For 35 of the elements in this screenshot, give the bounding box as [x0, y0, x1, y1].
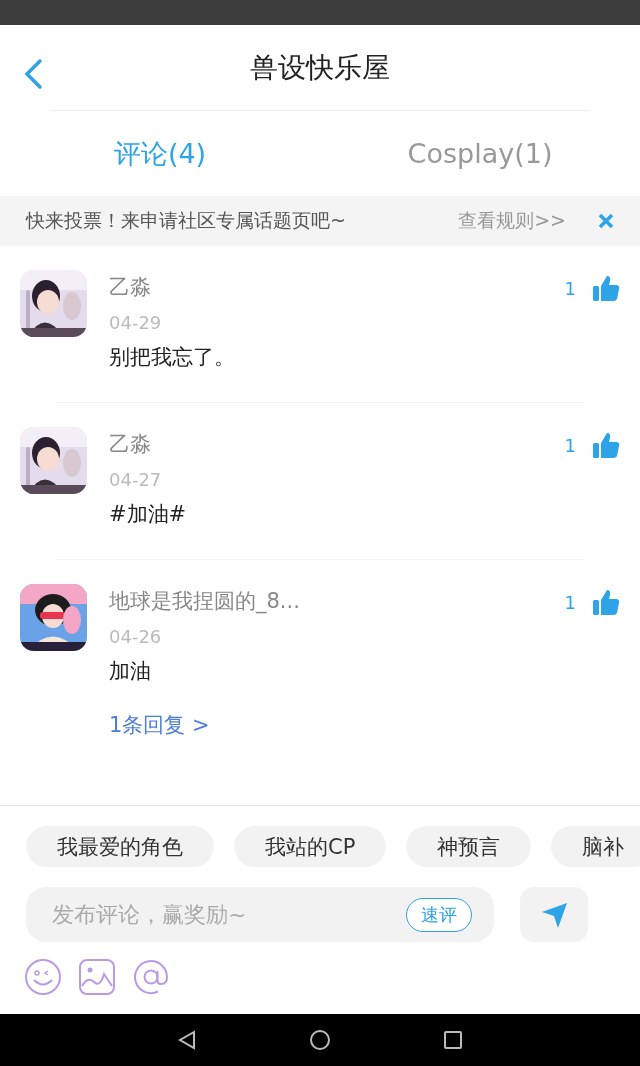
tab[interactable]: 评论(4) [113, 135, 207, 172]
mention-icon[interactable] [132, 958, 170, 996]
quick-comment-button[interactable]: 速评 [406, 897, 472, 932]
like-count: 1 [564, 591, 576, 613]
comment-date: 04-27 [109, 469, 162, 491]
comment-text: #加油# [109, 501, 187, 528]
comment-author: 乙淼 [109, 431, 151, 458]
comment-text: 别把我忘了。 [109, 344, 235, 371]
like-count: 1 [564, 434, 576, 456]
topic-chip[interactable]: 脑补 [551, 826, 640, 867]
comment-text: 加油 [109, 658, 151, 685]
thumbs-up-icon[interactable] [592, 588, 620, 616]
comment-author: 乙淼 [109, 274, 151, 301]
topic-chip[interactable]: 我站的CP [234, 826, 387, 867]
back-icon[interactable] [22, 58, 44, 90]
notice-text: 快来投票！来申请社区专属话题页吧~ [26, 208, 347, 233]
thumbs-up-icon[interactable] [592, 274, 620, 302]
tab[interactable]: Cosplay(1) [407, 138, 553, 169]
comment-date: 04-26 [109, 626, 162, 648]
topic-chip[interactable]: 神预言 [406, 826, 532, 867]
comment-field[interactable]: 发布评论，赢奖励~ 速评 [26, 887, 494, 942]
send-button[interactable] [520, 887, 588, 942]
close-icon[interactable] [598, 213, 614, 229]
emoji-icon[interactable] [24, 958, 62, 996]
page-title: 兽设快乐屋 [250, 49, 390, 86]
comment-author: 地球是我捏圆的_8... [109, 588, 300, 616]
thumbs-up-icon[interactable] [592, 431, 620, 459]
replies-link[interactable]: 1条回复 > [109, 710, 210, 740]
topic-chip[interactable]: 我最爱的角色 [26, 826, 214, 867]
comment-date: 04-29 [109, 312, 162, 334]
home-nav-icon[interactable] [309, 1029, 331, 1051]
rules-link[interactable]: 查看规则>> [458, 208, 566, 234]
recents-nav-icon[interactable] [442, 1029, 465, 1051]
image-icon[interactable] [78, 958, 116, 996]
like-count: 1 [564, 277, 576, 299]
